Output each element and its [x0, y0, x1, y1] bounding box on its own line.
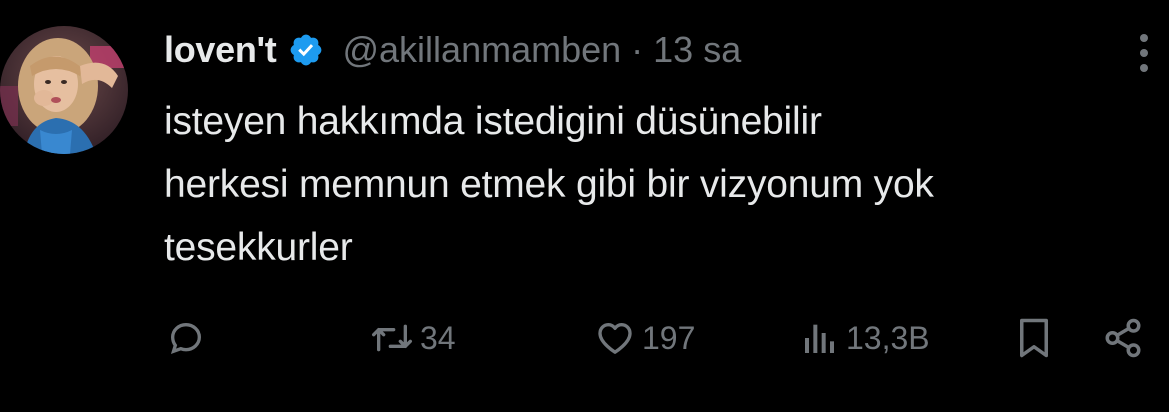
reply-button[interactable]	[166, 310, 206, 366]
bookmark-button[interactable]	[1016, 310, 1052, 366]
tweet-text-line: tesekkurler	[164, 226, 353, 269]
avatar-image	[0, 26, 128, 154]
like-button[interactable]: 197	[594, 310, 695, 366]
timestamp[interactable]: 13 sa	[653, 29, 741, 71]
views-button[interactable]: 13,3B	[800, 310, 930, 366]
views-chart-icon	[805, 324, 834, 353]
reply-icon	[170, 322, 202, 355]
user-handle[interactable]: @akillanmamben	[342, 29, 621, 71]
tweet-text-line: isteyen hakkımda istedigini düsünebilir	[164, 100, 822, 143]
tweet-text: isteyen hakkımda istedigini düsünebilir …	[164, 90, 1154, 279]
share-button[interactable]	[1102, 310, 1144, 366]
share-icon	[1105, 318, 1141, 358]
separator-dot: ·	[631, 29, 644, 70]
heart-icon	[598, 323, 632, 354]
tweet: loven't @akillanmamben · 13 sa isteyen h…	[0, 0, 1169, 412]
verified-badge-icon[interactable]	[288, 32, 324, 68]
retweet-icon	[371, 324, 412, 352]
retweet-button[interactable]: 34	[370, 310, 456, 366]
like-count: 197	[642, 319, 696, 356]
display-name[interactable]: loven't	[164, 29, 277, 71]
views-count: 13,3B	[846, 319, 930, 356]
tweet-text-line: herkesi memnun etmek gibi bir vizyonum y…	[164, 163, 934, 206]
action-bar: 34 197 13,3B	[0, 310, 1169, 366]
retweet-count: 34	[420, 319, 456, 356]
tweet-header: loven't @akillanmamben · 13 sa	[164, 22, 741, 78]
bookmark-icon	[1020, 318, 1048, 358]
more-options-icon[interactable]	[1132, 30, 1156, 76]
avatar[interactable]	[0, 26, 128, 154]
